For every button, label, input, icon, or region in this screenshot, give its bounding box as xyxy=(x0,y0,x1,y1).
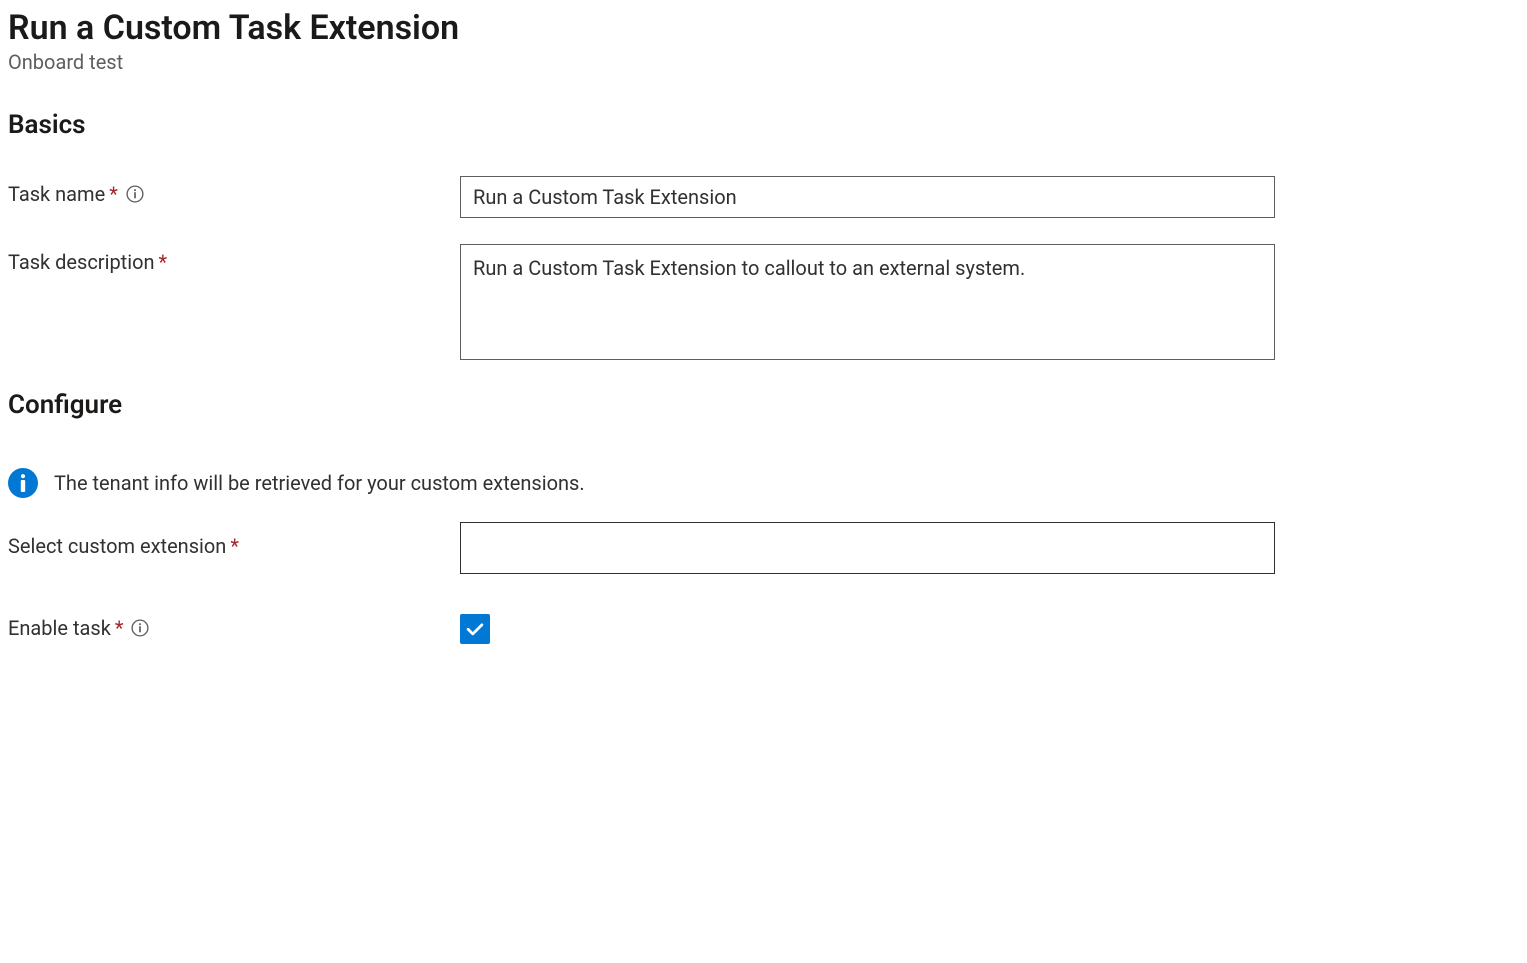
task-description-textarea[interactable]: Run a Custom Task Extension to callout t… xyxy=(460,244,1275,360)
required-indicator: * xyxy=(159,250,168,274)
page-subtitle: Onboard test xyxy=(8,50,1519,74)
tenant-info-message-row: The tenant info will be retrieved for yo… xyxy=(8,468,1519,498)
tenant-info-text: The tenant info will be retrieved for yo… xyxy=(54,471,585,495)
task-name-input[interactable] xyxy=(460,176,1275,218)
select-extension-label: Select custom extension * xyxy=(8,522,460,558)
task-description-label: Task description * xyxy=(8,244,460,274)
info-icon xyxy=(126,185,144,203)
task-name-label: Task name * xyxy=(8,176,460,206)
enable-task-label: Enable task * xyxy=(8,614,460,640)
enable-task-label-text: Enable task xyxy=(8,616,111,640)
check-icon xyxy=(464,618,486,640)
basics-heading: Basics xyxy=(8,110,1519,140)
required-indicator: * xyxy=(109,182,118,206)
enable-task-checkbox[interactable] xyxy=(460,614,490,644)
info-icon xyxy=(131,619,149,637)
enable-task-info-icon[interactable] xyxy=(131,619,149,637)
required-indicator: * xyxy=(230,534,239,558)
enable-task-row: Enable task * xyxy=(8,614,1519,644)
task-description-row: Task description * Run a Custom Task Ext… xyxy=(8,244,1519,364)
page-title: Run a Custom Task Extension xyxy=(8,8,1519,48)
task-name-label-text: Task name xyxy=(8,182,105,206)
select-extension-label-text: Select custom extension xyxy=(8,534,226,558)
task-name-row: Task name * xyxy=(8,176,1519,218)
required-indicator: * xyxy=(115,616,124,640)
configure-heading: Configure xyxy=(8,390,1519,420)
select-extension-row: Select custom extension * xyxy=(8,522,1519,574)
info-filled-icon xyxy=(8,468,38,498)
select-extension-dropdown[interactable] xyxy=(460,522,1275,574)
task-name-info-icon[interactable] xyxy=(126,185,144,203)
task-description-label-text: Task description xyxy=(8,250,155,274)
